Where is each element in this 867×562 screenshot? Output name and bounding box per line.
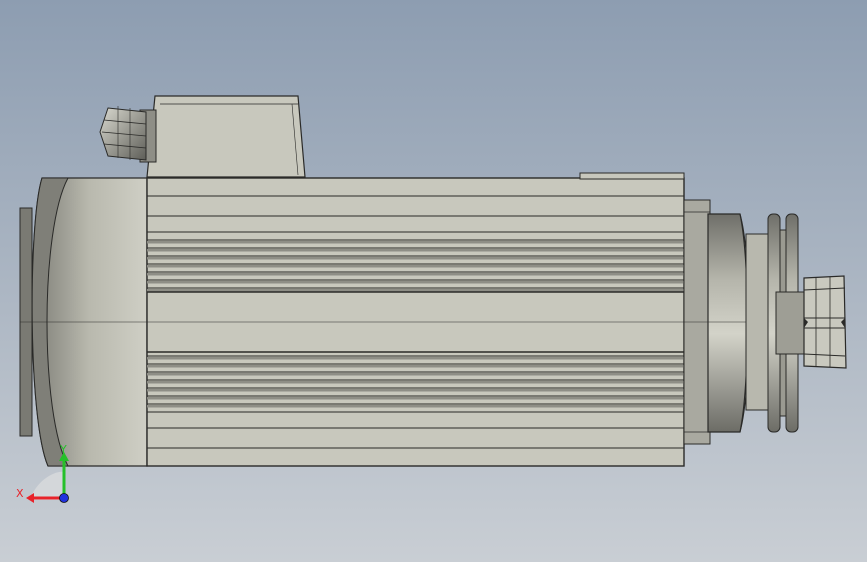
- motor-housing[interactable]: [146, 172, 685, 467]
- motor-model-view[interactable]: X Y: [0, 0, 867, 562]
- terminal-box[interactable]: [146, 95, 306, 178]
- rear-end-cap[interactable]: [19, 177, 148, 467]
- fin-groove: [147, 405, 684, 408]
- fin-groove: [147, 357, 684, 360]
- fin-groove: [147, 373, 684, 376]
- fin-groove: [147, 257, 684, 260]
- fin-groove: [147, 397, 684, 400]
- fin-groove: [147, 381, 684, 384]
- y-axis-label: Y: [59, 443, 67, 456]
- fin-groove: [147, 265, 684, 268]
- x-axis-label: X: [16, 487, 24, 500]
- z-axis-dot: [59, 493, 69, 503]
- cable-gland[interactable]: [99, 106, 157, 163]
- fin-groove: [147, 273, 684, 276]
- fin-groove: [147, 389, 684, 392]
- fin-groove: [147, 249, 684, 252]
- fin-groove: [147, 281, 684, 284]
- fin-groove: [147, 289, 684, 292]
- fin-groove: [147, 365, 684, 368]
- spindle-nose[interactable]: [745, 213, 805, 433]
- collet-nut[interactable]: [803, 275, 847, 369]
- fin-groove: [147, 241, 684, 244]
- cad-graphics-viewport[interactable]: X Y: [0, 0, 867, 562]
- front-flange[interactable]: [683, 199, 750, 445]
